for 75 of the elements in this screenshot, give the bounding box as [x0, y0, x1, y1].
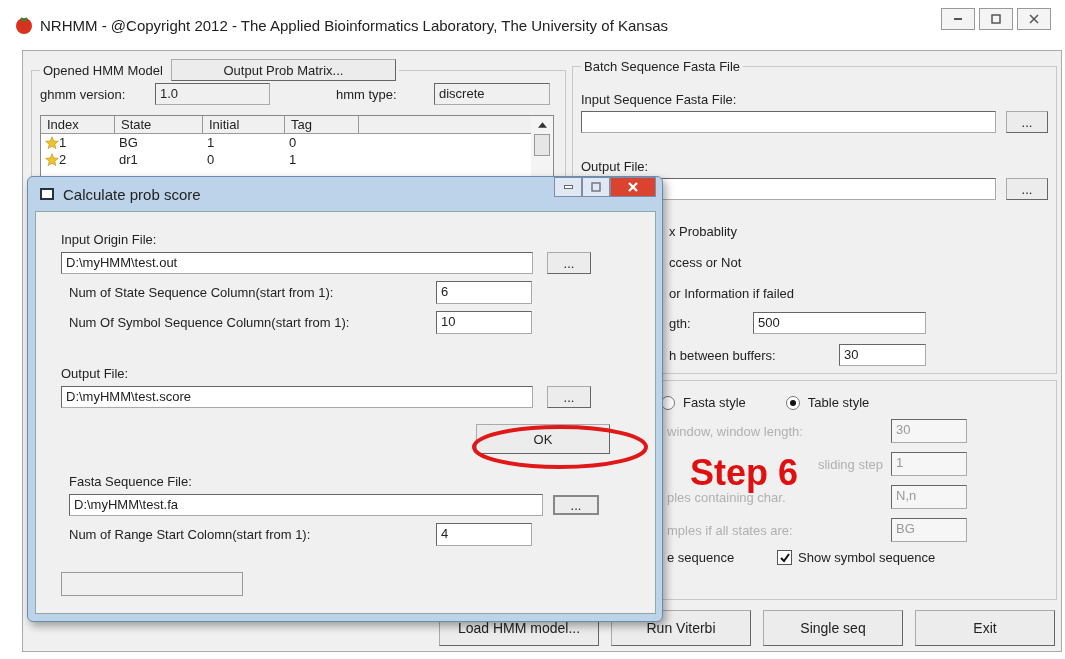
- field-label: window, window length:: [667, 423, 804, 439]
- checkbox-label: e sequence: [667, 550, 736, 565]
- minimize-button[interactable]: [941, 8, 975, 30]
- window-icon: [39, 186, 55, 202]
- close-button[interactable]: [1017, 8, 1051, 30]
- field-label: h between buffers:: [669, 347, 777, 363]
- field-label: Output File:: [581, 159, 650, 174]
- table-cell-text: BG: [118, 134, 139, 151]
- field-label: Input Origin File:: [61, 232, 158, 249]
- browse-button[interactable]: ...: [547, 252, 591, 274]
- table-cell-text: 1: [288, 151, 298, 168]
- field-label: Output File:: [61, 366, 130, 383]
- tomato-icon: [14, 15, 34, 35]
- window-title: NRHMM - @Copyright 2012 - The Applied Bioinformatics Laboratory, The University of Kansas: [40, 16, 668, 34]
- maximize-icon: [990, 13, 1002, 25]
- table-cell-text: 0: [206, 151, 216, 168]
- star-icon: [45, 135, 59, 150]
- field-label: Fasta Sequence File:: [68, 474, 193, 491]
- browse-button[interactable]: ...: [1006, 178, 1048, 200]
- group-title: Opened HMM Model: [43, 62, 163, 78]
- column-header[interactable]: Initial: [203, 116, 285, 134]
- length-field[interactable]: 500: [753, 312, 926, 334]
- type-field: discrete: [434, 83, 550, 105]
- dialog-title: Calculate prob score: [63, 185, 201, 203]
- minimize-button[interactable]: [554, 177, 582, 197]
- input-field[interactable]: 6: [436, 281, 532, 304]
- table-cell-text: 1: [206, 134, 216, 151]
- browse-button[interactable]: ...: [1006, 111, 1048, 133]
- table-cell-text: dr1: [118, 151, 139, 168]
- close-icon: [627, 181, 639, 193]
- group-title: Batch Sequence Fasta File: [584, 59, 741, 74]
- input-field[interactable]: D:\myHMM\test.out: [61, 252, 533, 274]
- field-label: ghmm version:: [40, 86, 127, 102]
- column-header[interactable]: Index: [41, 116, 115, 134]
- checkbox-label[interactable]: Show symbol sequence: [798, 550, 936, 565]
- column-header[interactable]: Tag: [285, 116, 359, 134]
- close-icon: [1028, 13, 1040, 25]
- minimize-icon: [563, 185, 573, 189]
- field-label: mples if all states are:: [667, 522, 794, 538]
- option-label: or Information if failed: [669, 286, 795, 302]
- up-arrow-icon[interactable]: [537, 122, 547, 128]
- browse-button[interactable]: ...: [547, 386, 591, 408]
- action-button[interactable]: Single seq: [763, 610, 903, 646]
- input-field[interactable]: 4: [436, 523, 532, 546]
- browse-button[interactable]: ...: [553, 495, 599, 515]
- table-cell: 1: [41, 134, 115, 151]
- action-button[interactable]: Exit: [915, 610, 1055, 646]
- radio-label[interactable]: Table style: [807, 395, 870, 410]
- field-label: hmm type:: [336, 86, 398, 102]
- radio-label[interactable]: Fasta style: [683, 395, 746, 410]
- field-label: gth:: [669, 315, 692, 331]
- input-field[interactable]: D:\myHMM\test.fa: [69, 494, 543, 516]
- output-field[interactable]: D:\myHMM\test.score: [61, 386, 533, 408]
- buffer-field[interactable]: 30: [839, 344, 926, 366]
- close-button[interactable]: [610, 177, 656, 197]
- radio-button[interactable]: [785, 395, 800, 410]
- field-label: Input Sequence Fasta File:: [581, 92, 738, 107]
- table-cell-text: 0: [288, 134, 298, 151]
- field-label: Num of State Sequence Column(start from 1):: [69, 285, 335, 300]
- column-header[interactable]: State: [115, 116, 203, 134]
- input-field[interactable]: 10: [436, 311, 532, 334]
- maximize-button[interactable]: [582, 177, 610, 197]
- maximize-icon: [590, 181, 602, 193]
- output-prob-matrix-button[interactable]: Output Prob Matrix...: [170, 60, 396, 81]
- version-field: 1.0: [155, 83, 270, 105]
- checkbox[interactable]: [777, 550, 792, 565]
- maximize-button[interactable]: [979, 8, 1013, 30]
- option-label: ccess or Not: [669, 255, 743, 271]
- option-label: x Probablity: [669, 224, 738, 240]
- minimize-icon: [954, 18, 962, 20]
- table-cell: 2: [41, 151, 115, 168]
- input-field[interactable]: [581, 111, 996, 133]
- field-label: Num of Range Start Colomn(start from 1):: [69, 527, 312, 542]
- field-label: Num Of Symbol Sequence Column(start from 1):: [69, 315, 351, 330]
- star-icon: [45, 152, 59, 167]
